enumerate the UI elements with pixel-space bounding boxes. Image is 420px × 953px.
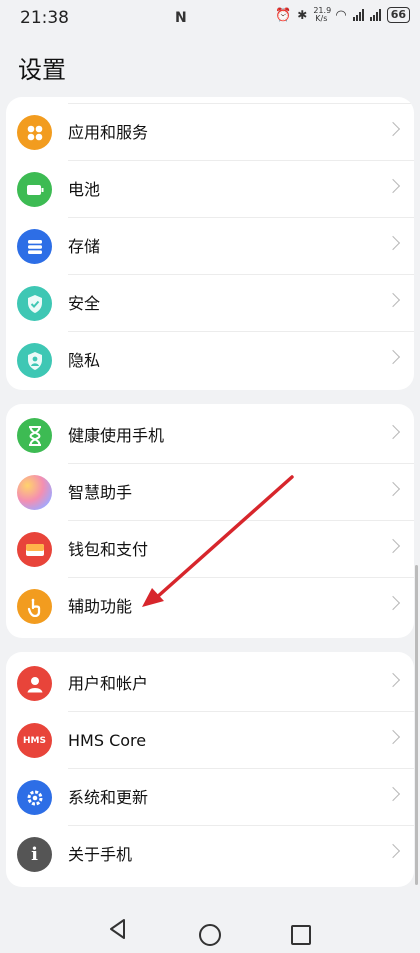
chevron-right-icon (385, 292, 401, 308)
page-title: 设置 (18, 56, 66, 84)
storage-icon (17, 229, 52, 264)
back-icon[interactable] (108, 918, 128, 940)
chevron-right-icon (385, 786, 401, 802)
settings-item-label: HMS Core (68, 731, 147, 750)
status-icons: ⏰ ✱ 21.9 K/s ◠ 66 (275, 7, 410, 23)
settings-group-1: 应用和服务 电池 存储 安全 隐私 (6, 97, 414, 390)
settings-item-label: 钱包和支付 (68, 540, 149, 559)
settings-item-label: 智慧助手 (68, 483, 133, 502)
chevron-right-icon (385, 672, 401, 688)
shield-icon (17, 286, 52, 321)
status-bar: 21:38 N ⏰ ✱ 21.9 K/s ◠ 66 (0, 0, 420, 38)
assistant-icon (17, 475, 52, 510)
settings-group-2: 健康使用手机 智慧助手 钱包和支付 辅助功能 (6, 404, 414, 638)
settings-item-system-update[interactable]: 系统和更新 (6, 769, 414, 826)
hourglass-icon (17, 418, 52, 453)
user-icon (17, 666, 52, 701)
wallet-icon (17, 532, 52, 567)
settings-item-label: 关于手机 (68, 845, 133, 864)
privacy-icon (17, 343, 52, 378)
chevron-right-icon (385, 121, 401, 137)
settings-item-label: 健康使用手机 (68, 426, 165, 445)
signal-icon (352, 9, 364, 21)
system-update-icon (17, 780, 52, 815)
apps-icon (17, 115, 52, 150)
battery-icon (17, 172, 52, 207)
nfc-icon: N (175, 10, 187, 26)
scrollbar[interactable] (415, 565, 418, 885)
chevron-right-icon (385, 481, 401, 497)
chevron-right-icon (385, 424, 401, 440)
chevron-right-icon (385, 729, 401, 745)
bluetooth-icon: ✱ (297, 8, 308, 22)
settings-item-wallet[interactable]: 钱包和支付 (6, 521, 414, 578)
settings-item-accessibility[interactable]: 辅助功能 (6, 578, 414, 635)
accessibility-icon (17, 589, 52, 624)
settings-item-hms-core[interactable]: HMS HMS Core (6, 712, 414, 769)
hms-icon: HMS (17, 723, 52, 758)
settings-item-storage[interactable]: 存储 (6, 218, 414, 275)
chevron-right-icon (385, 178, 401, 194)
settings-item-label: 存储 (68, 237, 101, 256)
settings-item-label: 隐私 (68, 351, 101, 370)
settings-item-label: 电池 (68, 180, 101, 199)
settings-item-label: 用户和帐户 (68, 674, 149, 693)
settings-item-label: 安全 (68, 294, 101, 313)
alarm-icon: ⏰ (275, 7, 292, 23)
settings-item-users-accounts[interactable]: 用户和帐户 (6, 655, 414, 712)
battery-status: 66 (386, 7, 410, 23)
chevron-right-icon (385, 235, 401, 251)
settings-item-about-phone[interactable]: i 关于手机 (6, 826, 414, 883)
settings-item-label: 辅助功能 (68, 597, 133, 616)
settings-item-battery[interactable]: 电池 (6, 161, 414, 218)
signal-icon-2 (369, 9, 381, 21)
chevron-right-icon (385, 349, 401, 365)
settings-item-label: 应用和服务 (68, 123, 149, 142)
settings-item-label: 系统和更新 (68, 788, 149, 807)
settings-item-smart-assistant[interactable]: 智慧助手 (6, 464, 414, 521)
home-icon[interactable] (199, 924, 221, 946)
network-speed: 21.9 K/s (313, 6, 332, 23)
chevron-right-icon (385, 538, 401, 554)
chevron-right-icon (385, 595, 401, 611)
settings-item-apps[interactable]: 应用和服务 (6, 104, 414, 161)
settings-item-privacy[interactable]: 隐私 (6, 332, 414, 389)
wifi-icon: ◠ (335, 7, 347, 23)
settings-group-3: 用户和帐户 HMS HMS Core 系统和更新 i 关于手机 (6, 652, 414, 887)
recent-apps-icon[interactable] (291, 925, 311, 945)
info-icon: i (17, 837, 52, 872)
status-time: 21:38 (20, 8, 69, 28)
settings-item-security[interactable]: 安全 (6, 275, 414, 332)
settings-item-digital-balance[interactable]: 健康使用手机 (6, 407, 414, 464)
chevron-right-icon (385, 843, 401, 859)
